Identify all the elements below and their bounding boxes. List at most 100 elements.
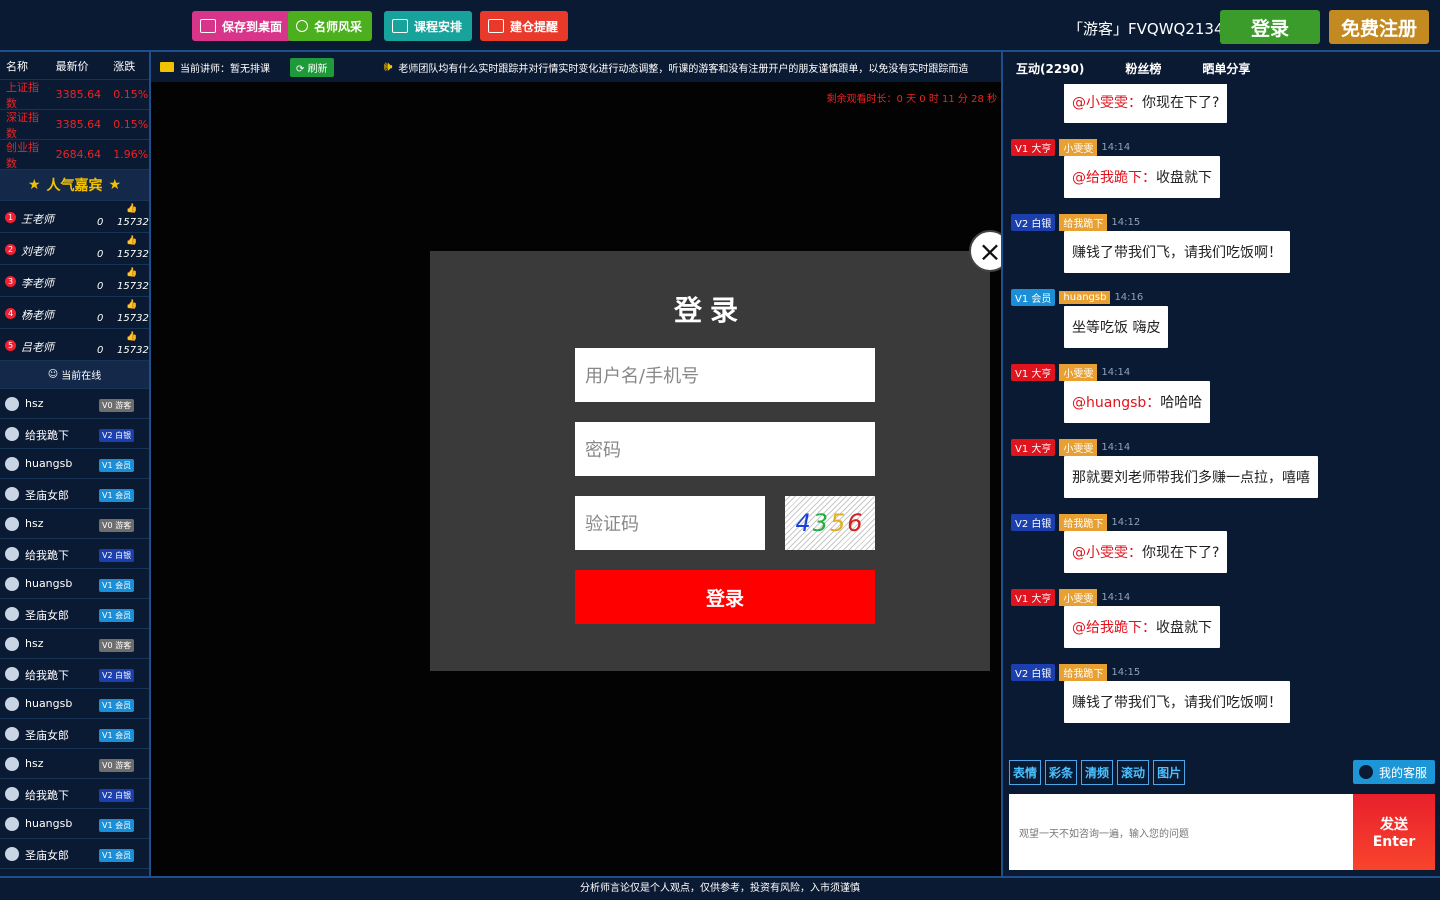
- sender-name[interactable]: 小雯雯: [1059, 364, 1098, 381]
- captcha-digit: 4: [795, 509, 813, 537]
- teacher-item[interactable]: 3 李老师 👍 0 15732: [0, 265, 149, 297]
- tab-share[interactable]: 晒单分享: [1202, 60, 1250, 77]
- online-user-item[interactable]: 圣庙女郎 V1 会员: [0, 719, 149, 749]
- chat-tool-button[interactable]: 图片: [1153, 760, 1186, 785]
- chat-tool-button[interactable]: 滚动: [1117, 760, 1150, 785]
- mention[interactable]: @小雯雯：: [1072, 95, 1142, 111]
- online-user-item[interactable]: huangsb V1 会员: [0, 689, 149, 719]
- online-user-item[interactable]: 给我跪下 V2 白银: [0, 539, 149, 569]
- course-schedule-button[interactable]: 课程安排: [384, 11, 473, 41]
- level-badge: V1 大亨: [1011, 439, 1056, 456]
- mention[interactable]: @小雯雯：: [1072, 545, 1142, 561]
- index-row[interactable]: 上证指数 3385.64 0.15%: [0, 80, 149, 110]
- message-time: 14:15: [1111, 217, 1141, 228]
- message-bubble: @给我跪下：收盘就下: [1064, 156, 1220, 198]
- sender-name[interactable]: 小雯雯: [1059, 439, 1098, 456]
- message-bubble: 赚钱了带我们飞，请我们吃饭啊！: [1064, 231, 1290, 273]
- thumbs-up-icon[interactable]: 👍: [126, 204, 137, 214]
- online-user-item[interactable]: 给我跪下 V2 白银: [0, 659, 149, 689]
- index-row[interactable]: 创业指数 2684.64 1.96%: [0, 140, 149, 170]
- mention[interactable]: @给我跪下：: [1072, 620, 1156, 636]
- send-button[interactable]: 发送 Enter: [1353, 794, 1435, 870]
- avatar: [5, 847, 19, 861]
- position-reminder-button[interactable]: 建仓提醒: [480, 11, 569, 41]
- thumbs-up-icon[interactable]: 👍: [126, 236, 137, 246]
- desktop-icon: [200, 19, 216, 33]
- sender-name[interactable]: 小雯雯: [1059, 139, 1098, 156]
- user-name: hsz: [25, 757, 44, 770]
- lecture-bar: 当前讲师：暂无排课 ⟳ 刷新 🕪 老师团队均有什么实时跟踪并对行情实时变化进行动…: [151, 52, 1001, 82]
- index-change: 0.15%: [113, 118, 149, 131]
- sender-name[interactable]: 小雯雯: [1059, 589, 1098, 606]
- camera-icon: [160, 62, 174, 72]
- message-time: 14:14: [1101, 442, 1131, 453]
- message-time: 14:16: [1114, 292, 1144, 303]
- tab-fans[interactable]: 粉丝榜: [1125, 60, 1161, 77]
- teacher-item[interactable]: 4 杨老师 👍 0 15732: [0, 297, 149, 329]
- register-button[interactable]: 免费注册: [1329, 10, 1429, 44]
- teacher-showcase-button[interactable]: 名师风采: [288, 11, 373, 41]
- modal-login-button[interactable]: 登录: [575, 570, 875, 624]
- user-level-badge: V0 游客: [99, 639, 135, 652]
- online-user-item[interactable]: hsz V0 游客: [0, 509, 149, 539]
- chat-messages[interactable]: V2 白银给我跪下14:12@小雯雯：你现在下了?V1 大亨小雯雯14:14@给…: [1003, 82, 1440, 738]
- modal-title: 登录: [673, 294, 746, 327]
- tab-interaction[interactable]: 互动(2290): [1016, 60, 1084, 77]
- teacher-zero: 0: [97, 313, 104, 324]
- refresh-button[interactable]: ⟳ 刷新: [290, 57, 334, 77]
- sender-name[interactable]: huangsb: [1059, 291, 1111, 304]
- chat-tool-button[interactable]: 清频: [1081, 760, 1114, 785]
- avatar: [5, 457, 19, 471]
- user-name: 给我跪下: [25, 549, 69, 562]
- online-user-item[interactable]: 圣庙女郎 V1 会员: [0, 599, 149, 629]
- teacher-zero: 0: [97, 281, 104, 292]
- teacher-item[interactable]: 2 刘老师 👍 0 15732: [0, 233, 149, 265]
- captcha-field[interactable]: 验证码: [575, 496, 765, 550]
- avatar: [5, 757, 19, 771]
- teacher-item[interactable]: 5 吕老师 👍 0 15732: [0, 329, 149, 361]
- online-user-item[interactable]: hsz V0 游客: [0, 389, 149, 419]
- mention[interactable]: @huangsb：: [1072, 395, 1160, 411]
- login-button[interactable]: 登录: [1220, 10, 1320, 44]
- online-user-item[interactable]: 圣庙女郎 V1 会员: [0, 839, 149, 869]
- online-user-item[interactable]: 圣庙女郎 V1 会员: [0, 479, 149, 509]
- online-user-item[interactable]: 给我跪下 V2 白银: [0, 779, 149, 809]
- level-badge: V2 白银: [1011, 214, 1056, 231]
- online-user-item[interactable]: hsz V0 游客: [0, 749, 149, 779]
- thumbs-up-icon[interactable]: 👍: [126, 332, 137, 342]
- username-field[interactable]: 用户名/手机号: [575, 348, 875, 402]
- online-user-item[interactable]: huangsb V1 会员: [0, 449, 149, 479]
- password-field[interactable]: 密码: [575, 422, 875, 476]
- thumbs-up-icon[interactable]: 👍: [126, 300, 137, 310]
- customer-service-button[interactable]: 我的客服: [1353, 760, 1435, 784]
- online-user-item[interactable]: hsz V0 游客: [0, 629, 149, 659]
- user-level-badge: V1 会员: [99, 819, 135, 832]
- message-time: 14:14: [1101, 367, 1131, 378]
- sender-name[interactable]: 给我跪下: [1059, 514, 1108, 531]
- user-level-badge: V1 会员: [99, 849, 135, 862]
- save-to-desktop-button[interactable]: 保存到桌面: [192, 11, 293, 41]
- service-icon: [1359, 765, 1373, 779]
- index-name: 上证指数: [6, 80, 39, 110]
- sender-name[interactable]: 给我跪下: [1059, 214, 1108, 231]
- user-level-badge: V2 白银: [99, 549, 135, 562]
- avatar: [5, 517, 19, 531]
- online-user-item[interactable]: huangsb V1 会员: [0, 809, 149, 839]
- chat-tool-button[interactable]: 彩条: [1045, 760, 1078, 785]
- online-user-item[interactable]: 给我跪下 V2 白银: [0, 419, 149, 449]
- captcha-image[interactable]: 4356: [785, 496, 875, 550]
- avatar: [5, 697, 19, 711]
- mention[interactable]: @给我跪下：: [1072, 170, 1156, 186]
- calendar-icon: [392, 19, 408, 33]
- message-meta: V2 白银 给我跪下 14:15: [1011, 664, 1140, 681]
- online-user-item[interactable]: huangsb V1 会员: [0, 569, 149, 599]
- avatar: [5, 427, 19, 441]
- thumbs-up-icon[interactable]: 👍: [126, 268, 137, 278]
- chat-tool-button[interactable]: 表情: [1009, 760, 1042, 785]
- sender-name[interactable]: 给我跪下: [1059, 664, 1108, 681]
- chat-input[interactable]: 观望一天不如咨询一遍，输入您的问题: [1009, 794, 1355, 870]
- user-level-badge: V1 会员: [99, 579, 135, 592]
- teacher-item[interactable]: 1 王老师 👍 0 15732: [0, 201, 149, 233]
- message-meta: V2 白银 给我跪下 14:15: [1011, 214, 1140, 231]
- index-row[interactable]: 深证指数 3385.64 0.15%: [0, 110, 149, 140]
